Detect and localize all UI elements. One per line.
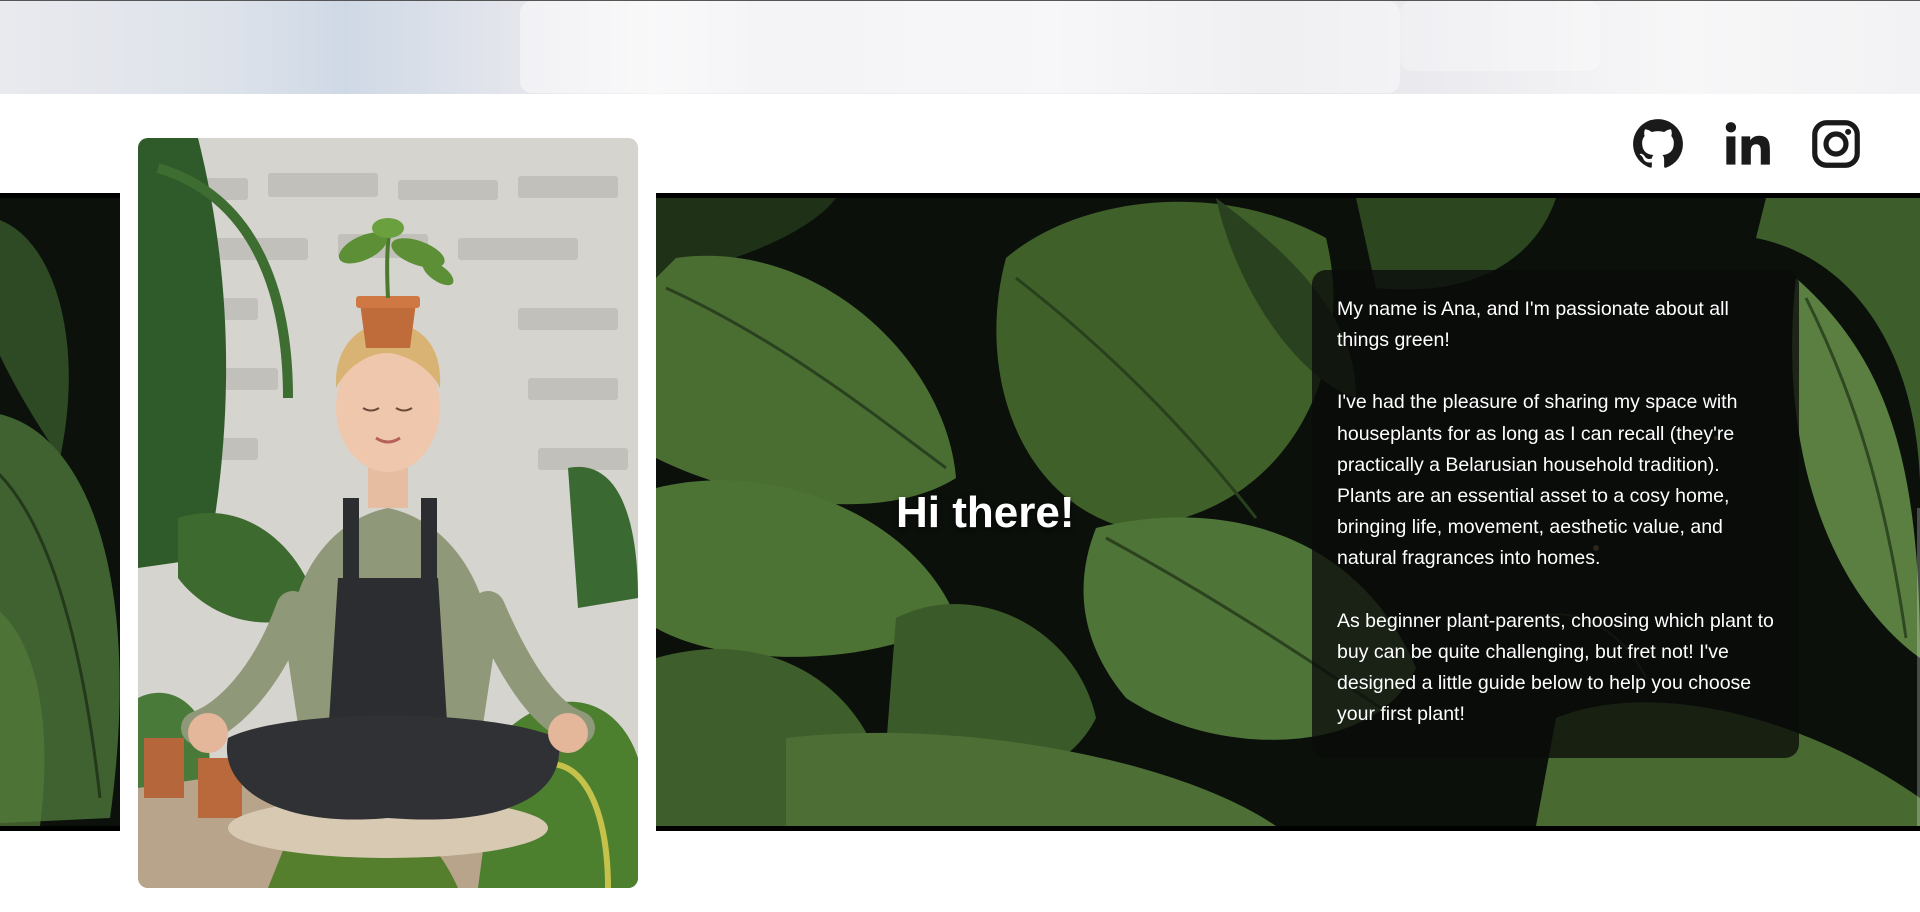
github-icon [1633,119,1683,168]
github-link[interactable] [1632,118,1684,170]
woman-with-plant-illustration [138,138,638,888]
instagram-link[interactable] [1810,118,1862,170]
linkedin-link[interactable] [1722,118,1774,170]
hero-section: Hi there! My name is Ana, and I'm passio… [656,193,1920,831]
about-paragraph-3: As beginner plant-parents, choosing whic… [1337,609,1774,726]
page: Hi there! My name is Ana, and I'm passio… [0,0,1920,912]
instagram-icon [1812,120,1860,168]
about-text-box: My name is Ana, and I'm passionate about… [1312,270,1799,758]
leaf-pattern [0,198,120,826]
profile-photo [138,138,638,888]
about-paragraph-1: My name is Ana, and I'm passionate about… [1337,298,1729,352]
linkedin-icon [1725,122,1770,165]
about-paragraph-2: I've had the pleasure of sharing my spac… [1337,391,1738,570]
hero-heading: Hi there! [896,488,1075,537]
hero-background-left [0,193,120,831]
header-banner [0,0,1920,94]
